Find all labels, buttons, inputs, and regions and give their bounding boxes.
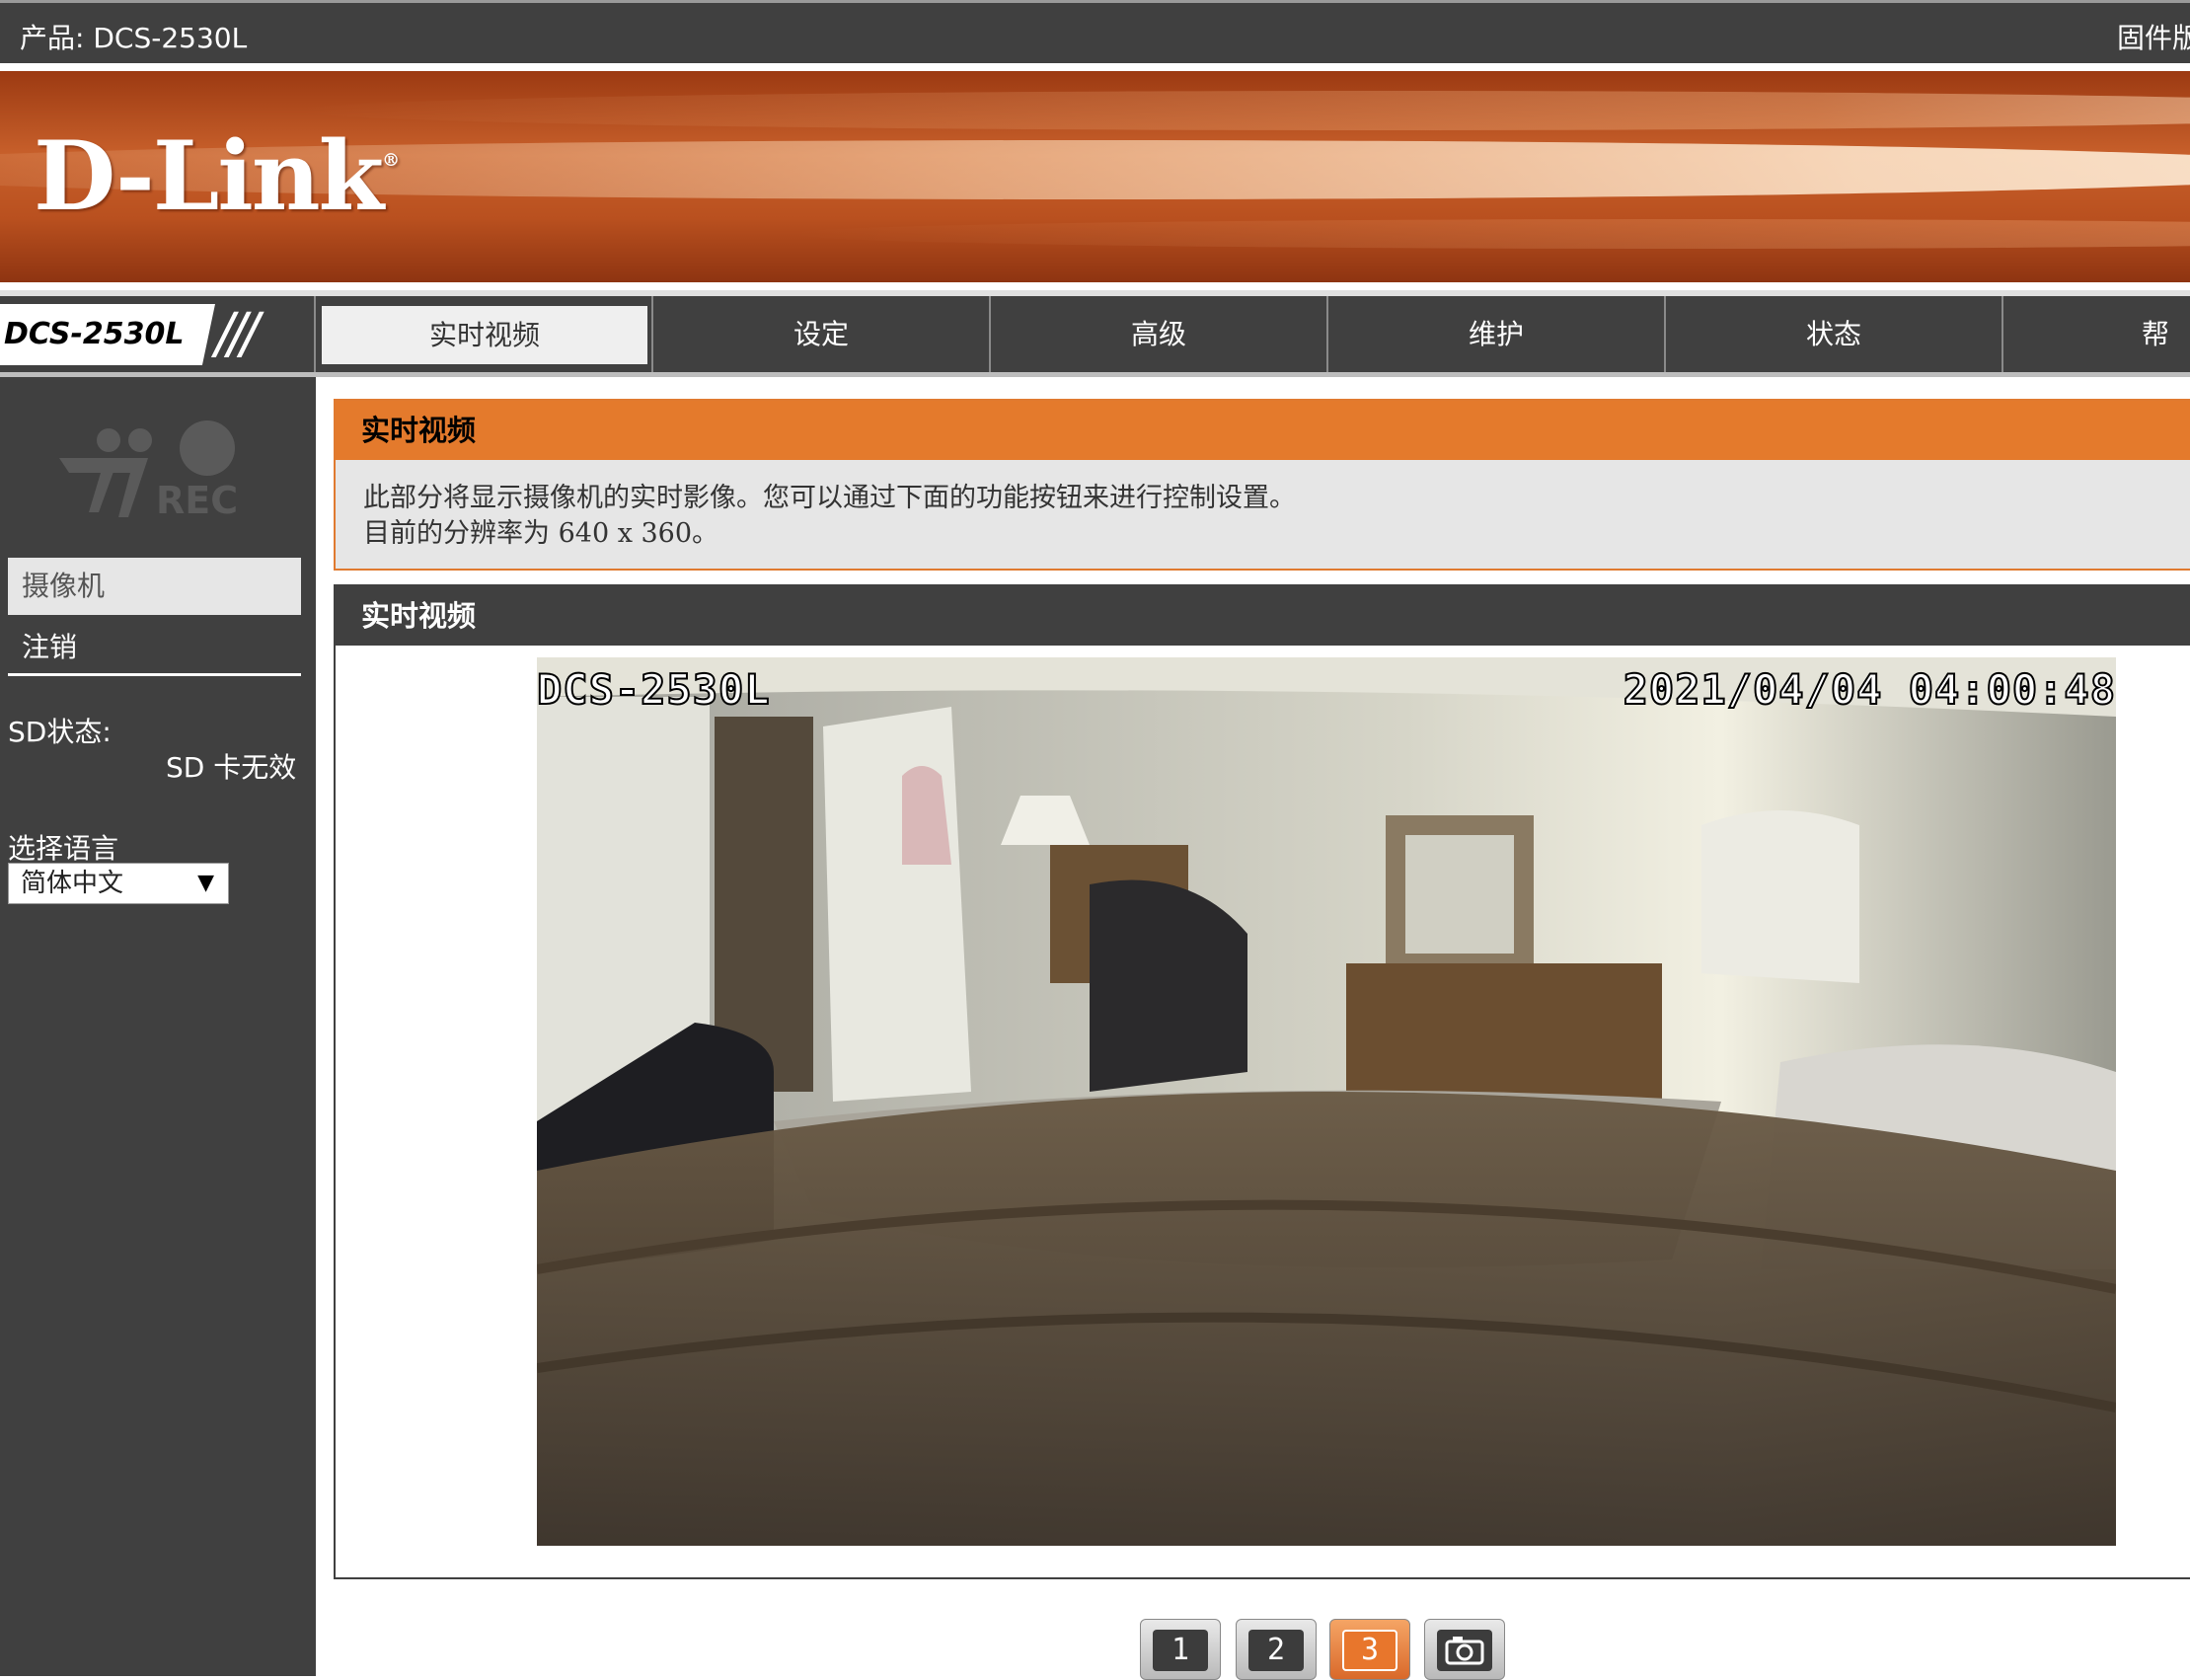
model-badge: DCS-2530L [0,304,215,365]
resolution-text: 目前的分辨率为 640 x 360。 [363,518,719,549]
divider [0,63,2190,71]
brand-banner: D-Link® [0,71,2190,282]
profile-3-button[interactable]: 3 [1329,1619,1410,1680]
info-title: 实时视频 [336,401,2190,460]
sidebar-item-camera[interactable]: 摄像机 [8,558,301,615]
language-selected-value: 简体中文 [21,869,124,898]
banner-swoosh [296,91,2190,130]
video-panel: 实时视频 DCS-2530L 2021/04/04 04:00:48 [334,584,2190,1579]
left-sidebar: REC 摄像机 注销 SD状态: SD 卡无效 选择语言 简体中文 ▼ [0,377,316,1676]
live-video-feed[interactable]: DCS-2530L 2021/04/04 04:00:48 [537,657,2116,1546]
profile-2-button[interactable]: 2 [1236,1619,1317,1680]
snapshot-camera-icon [1437,1630,1492,1671]
profile-3-icon: 3 [1342,1630,1397,1671]
sd-status-value: SD 卡无效 [166,751,297,784]
divider [0,282,2190,290]
recording-status-icon: REC [59,420,238,522]
video-scene [537,657,2116,1546]
firmware-label: 固件版 [2117,22,2190,54]
info-panel: 实时视频 此部分将显示摄像机的实时影像。您可以通过下面的功能按钮来进行控制设置。… [334,399,2190,571]
dlink-logo: D-Link® [34,120,400,232]
banner-swoosh [790,219,2190,249]
product-label: 产品: DCS-2530L [20,22,248,54]
rec-label: REC [156,479,238,522]
tab-setup[interactable]: 设定 [651,296,989,372]
main-nav: DCS-2530L /// 实时视频 设定 高级 维护 状态 帮助 [0,290,2190,426]
tab-advanced[interactable]: 高级 [989,296,1326,372]
sidebar-item-logout[interactable]: 注销 [8,619,301,676]
osd-camera-name: DCS-2530L [537,664,771,715]
tab-label: 实时视频 [322,306,647,364]
snapshot-button[interactable] [1424,1619,1505,1680]
osd-timestamp: 2021/04/04 04:00:48 [1623,664,2116,715]
dropdown-arrow-icon: ▼ [197,871,214,895]
info-description: 此部分将显示摄像机的实时影像。您可以通过下面的功能按钮来进行控制设置。 [363,483,1296,513]
tab-help[interactable]: 帮助 [2001,296,2190,426]
sd-status-label: SD状态: [8,716,112,748]
tab-live-video[interactable]: 实时视频 [314,296,651,372]
language-label: 选择语言 [8,832,119,865]
tab-maintenance[interactable]: 维护 [1326,296,1664,372]
divider [8,673,301,676]
language-select[interactable]: 简体中文 ▼ [8,863,229,904]
profile-2-icon: 2 [1248,1630,1304,1671]
tab-status[interactable]: 状态 [1664,296,2001,372]
top-bar: 产品: DCS-2530L 固件版 [0,0,2190,63]
badge-slashes: /// [215,302,260,366]
video-title: 实时视频 [336,586,2190,646]
profile-1-icon: 1 [1153,1630,1208,1671]
profile-1-button[interactable]: 1 [1140,1619,1221,1680]
